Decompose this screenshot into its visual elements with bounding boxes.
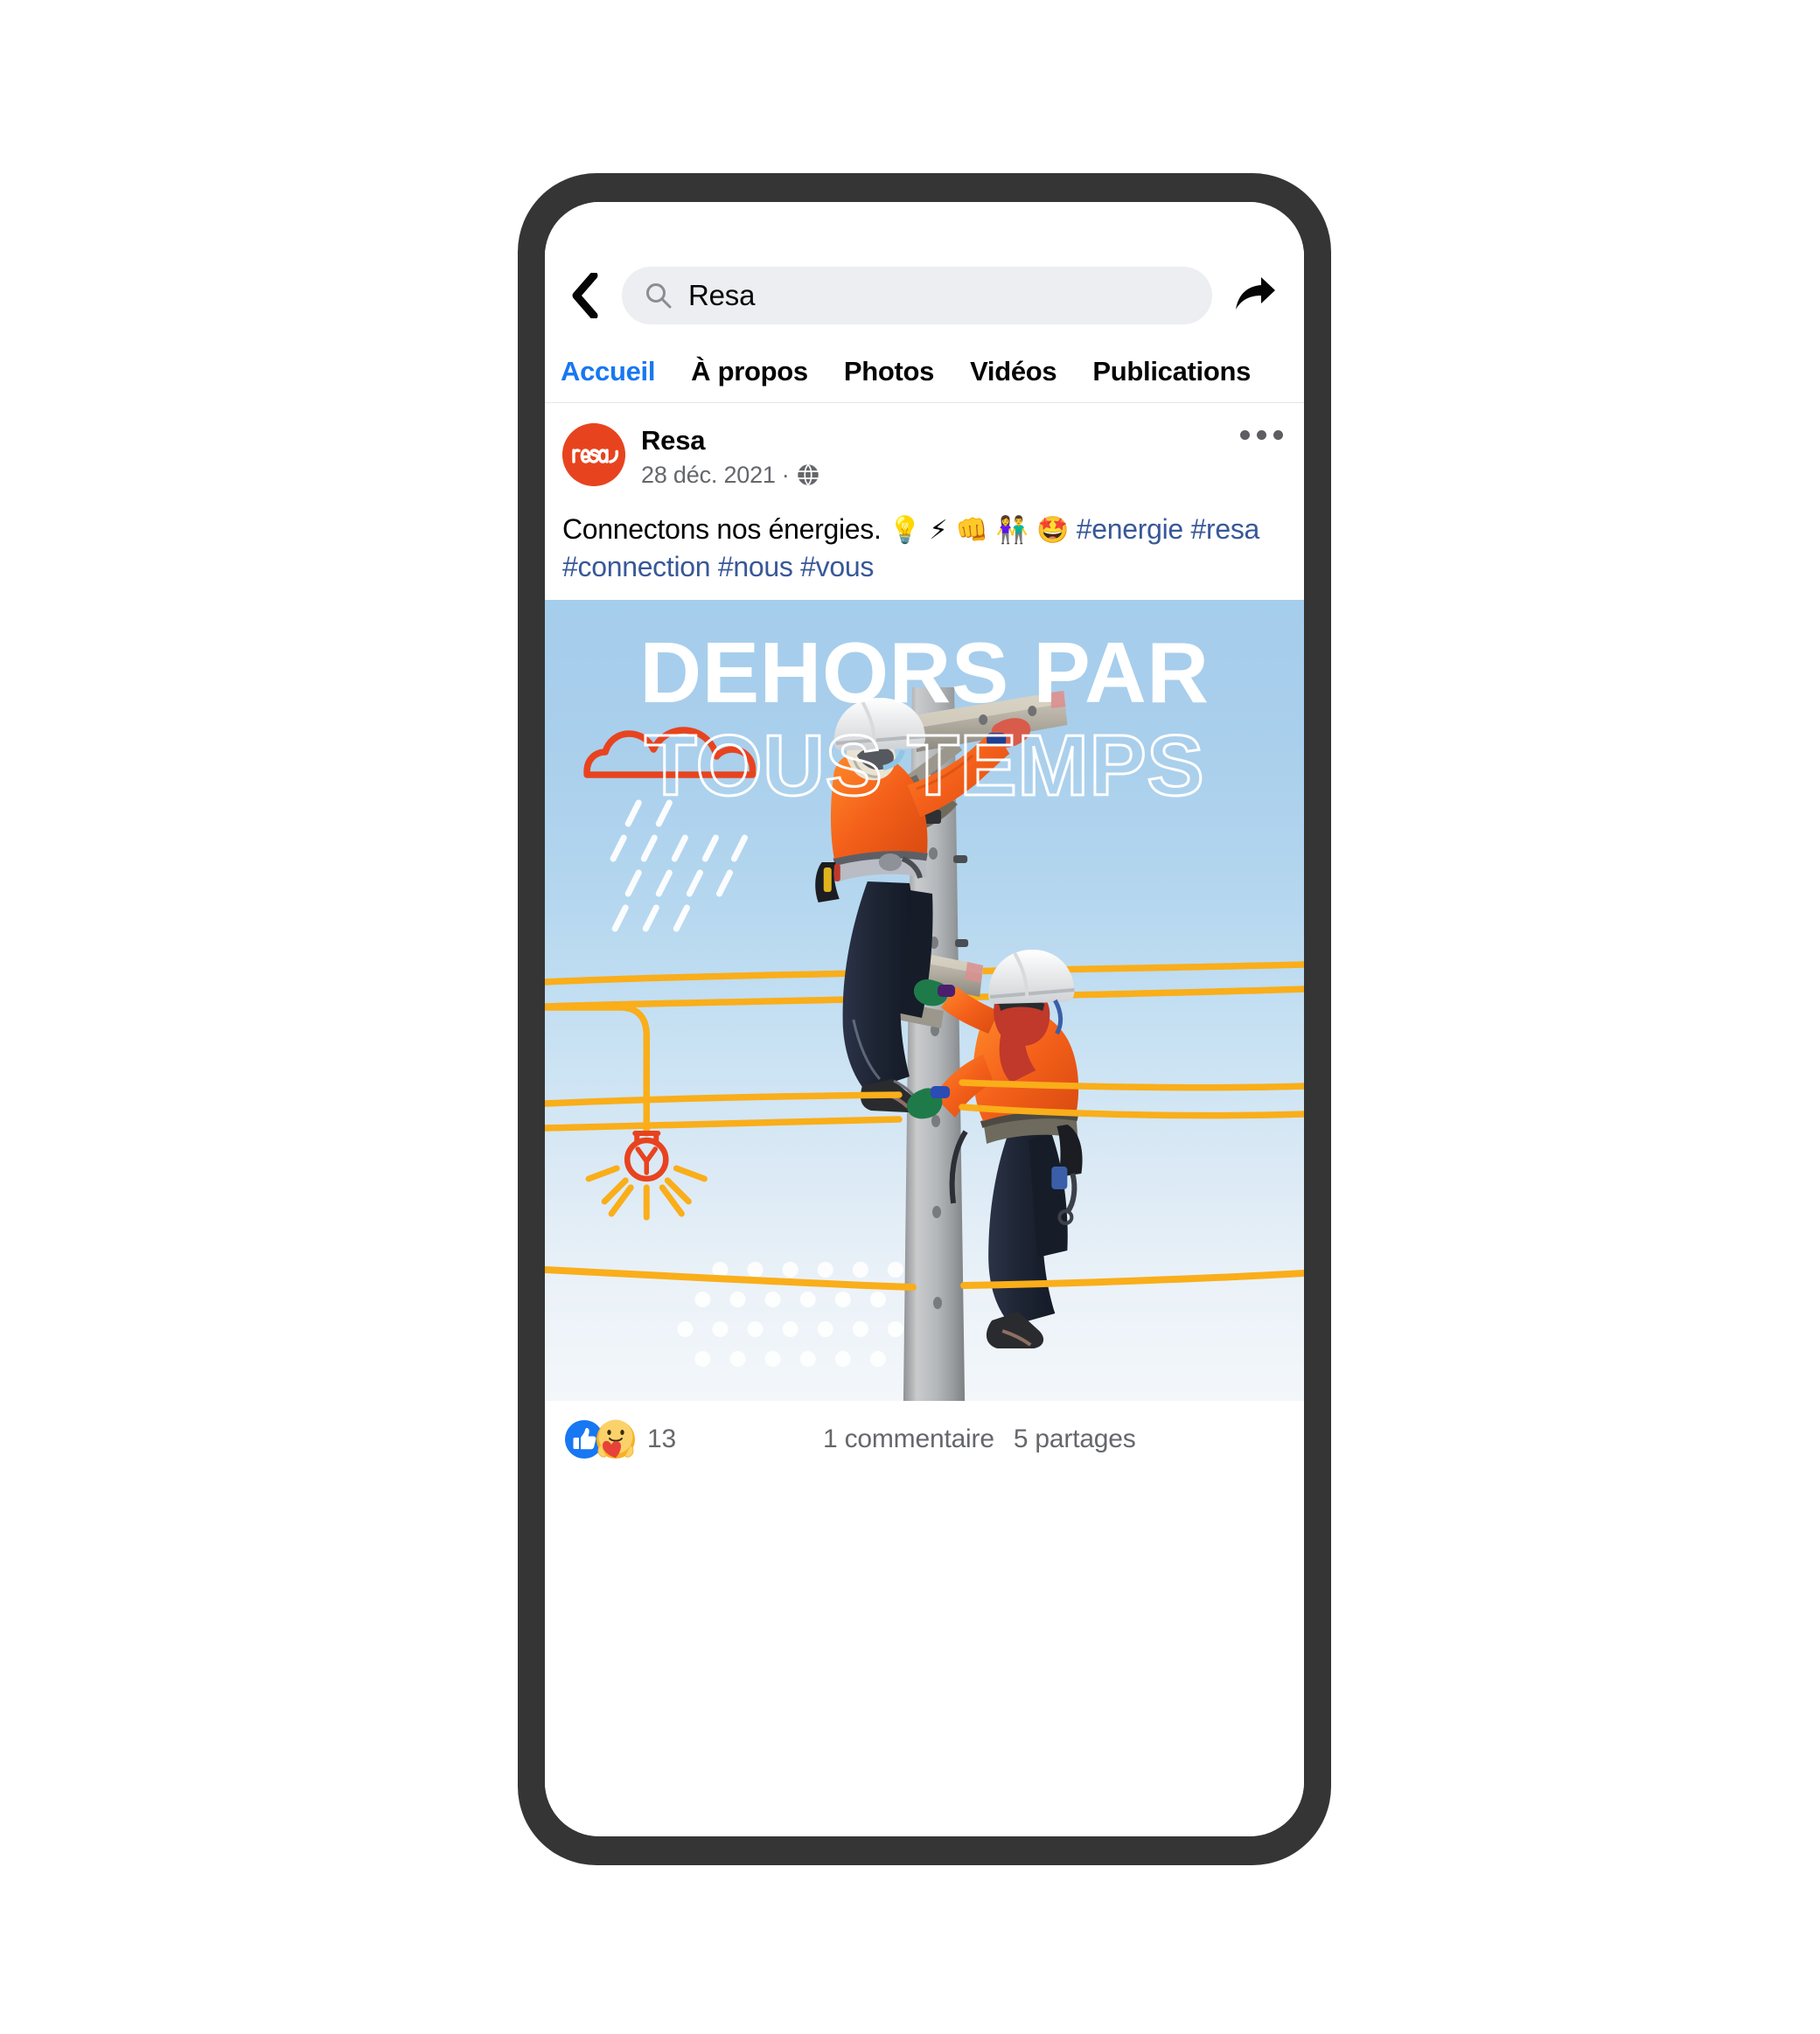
ellipsis-dot	[1257, 430, 1266, 440]
avatar[interactable]	[562, 423, 625, 486]
search-icon	[646, 282, 672, 308]
creative-headline-outline: TOUS TEMPS	[643, 717, 1205, 814]
facebook-app-viewport: Resa Accueil À propos Photos Vidéos Publ…	[545, 202, 1304, 1836]
phone-screen: Resa Accueil À propos Photos Vidéos Publ…	[545, 202, 1304, 1836]
post-meta: Resa 28 déc. 2021 ·	[641, 423, 820, 489]
ellipsis-dot	[1240, 430, 1250, 440]
ellipsis-dot	[1273, 430, 1283, 440]
post-image[interactable]: DEHORS PAR TOUS TEMPS	[545, 600, 1304, 1402]
share-arrow-icon	[1236, 276, 1275, 310]
tab-publications[interactable]: Publications	[1092, 356, 1251, 387]
back-button[interactable]	[557, 268, 611, 323]
post-text-plain: Connectons nos énergies.	[562, 512, 882, 545]
post-hashtags-line1[interactable]: #energie #resa	[1077, 513, 1260, 545]
search-input[interactable]: Resa	[622, 266, 1212, 324]
comment-count[interactable]: 1 commentaire	[823, 1424, 994, 1454]
care-hug-icon	[596, 1419, 635, 1459]
search-header: Resa	[545, 250, 1304, 340]
post-subline: 28 déc. 2021 ·	[641, 462, 820, 489]
post-footer: 13 1 commentaire 5 partages	[545, 1401, 1304, 1460]
post-options-button[interactable]	[1240, 430, 1283, 440]
reaction-count: 13	[647, 1424, 676, 1454]
share-button[interactable]	[1228, 268, 1282, 323]
post-card: Resa 28 déc. 2021 · Connectons nos énerg…	[545, 404, 1304, 1460]
chevron-left-icon	[572, 272, 598, 318]
reactions-summary[interactable]: 13	[564, 1419, 676, 1459]
phone-frame: Resa Accueil À propos Photos Vidéos Publ…	[518, 173, 1331, 1865]
tab-videos[interactable]: Vidéos	[970, 356, 1057, 387]
footer-stats: 1 commentaire 5 partages	[823, 1424, 1136, 1454]
creative-headline-solid: DEHORS PAR	[639, 624, 1210, 721]
post-author[interactable]: Resa	[641, 425, 820, 456]
tab-accueil[interactable]: Accueil	[561, 356, 655, 387]
tool-pouch	[815, 862, 840, 903]
post-header: Resa 28 déc. 2021 ·	[545, 404, 1304, 489]
profile-tab-bar: Accueil À propos Photos Vidéos Publicati…	[545, 340, 1304, 403]
tab-a-propos[interactable]: À propos	[691, 356, 808, 387]
post-timestamp[interactable]: 28 déc. 2021	[641, 462, 776, 489]
post-text-emojis: 💡 ⚡ 👊 👫 🤩	[889, 514, 1070, 546]
search-input-value: Resa	[688, 278, 756, 311]
meta-separator: ·	[781, 461, 790, 488]
resa-logo-icon	[562, 423, 625, 486]
share-count[interactable]: 5 partages	[1014, 1424, 1136, 1454]
post-hashtags-line2[interactable]: #connection #nous #vous	[562, 551, 874, 582]
post-text: Connectons nos énergies. 💡 ⚡ 👊 👫 🤩 #ener…	[545, 489, 1304, 600]
globe-icon	[796, 463, 819, 487]
tab-photos[interactable]: Photos	[844, 356, 935, 387]
